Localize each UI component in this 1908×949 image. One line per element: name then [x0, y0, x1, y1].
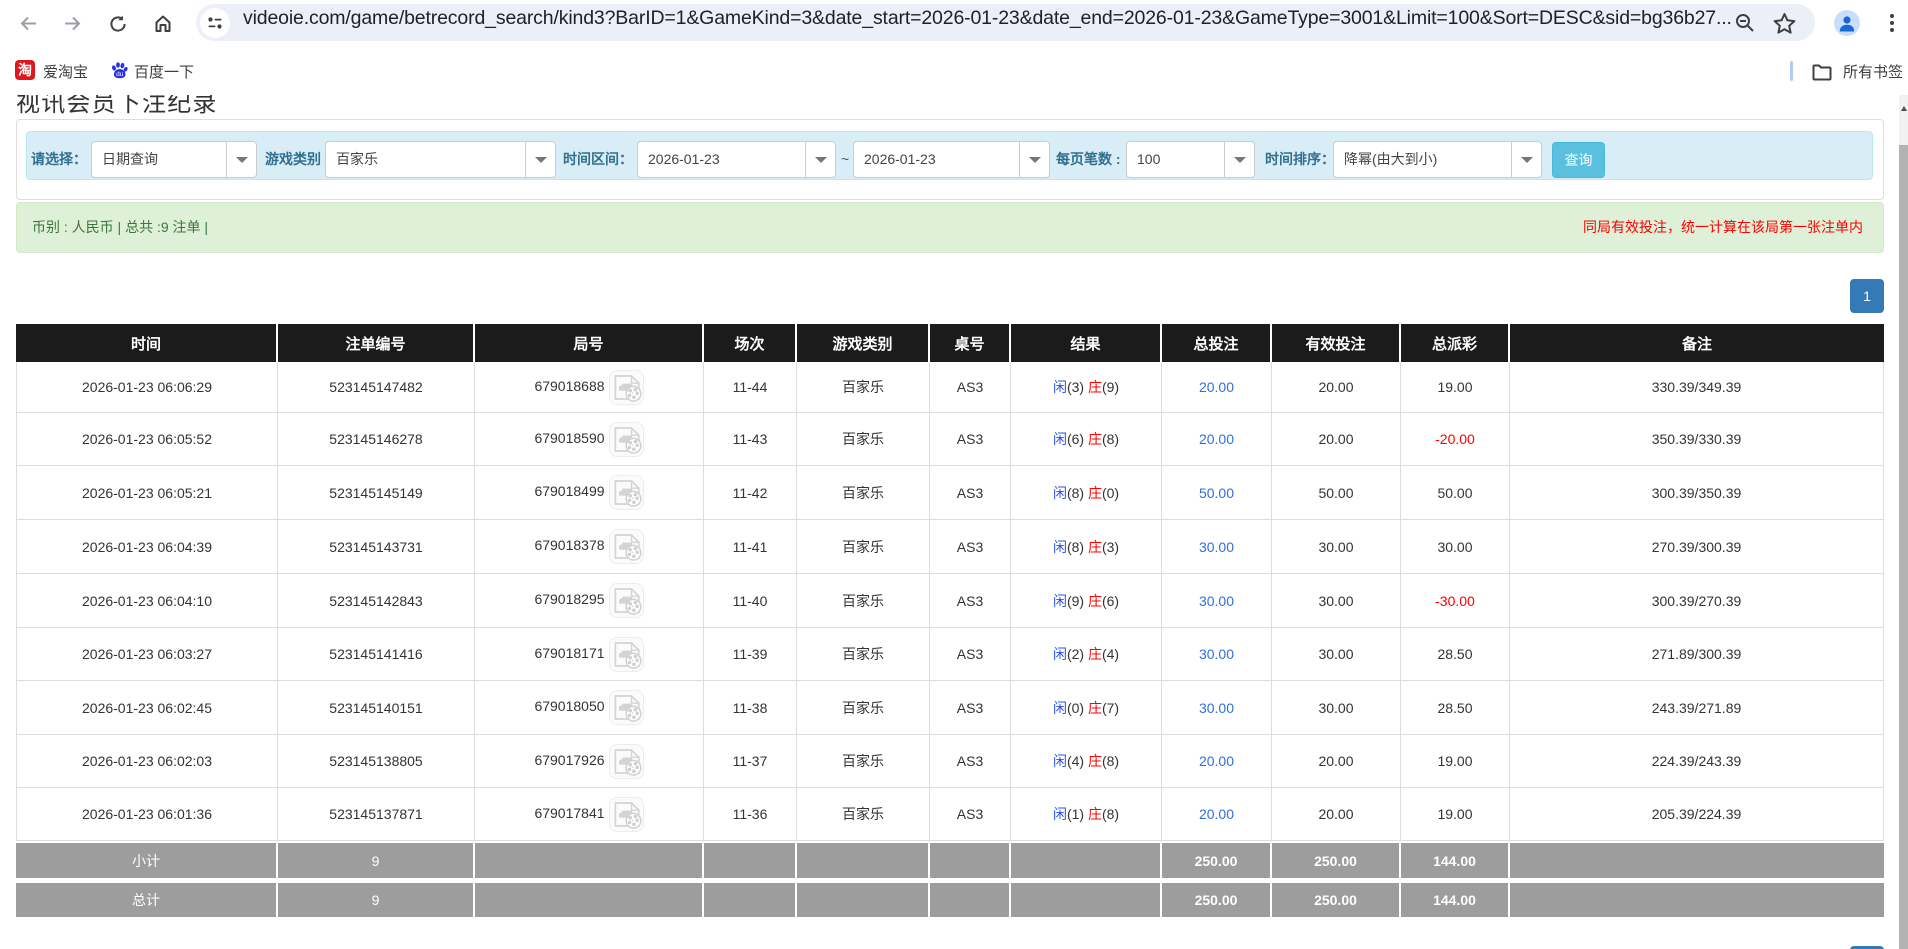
svg-text:du: du	[116, 71, 124, 78]
